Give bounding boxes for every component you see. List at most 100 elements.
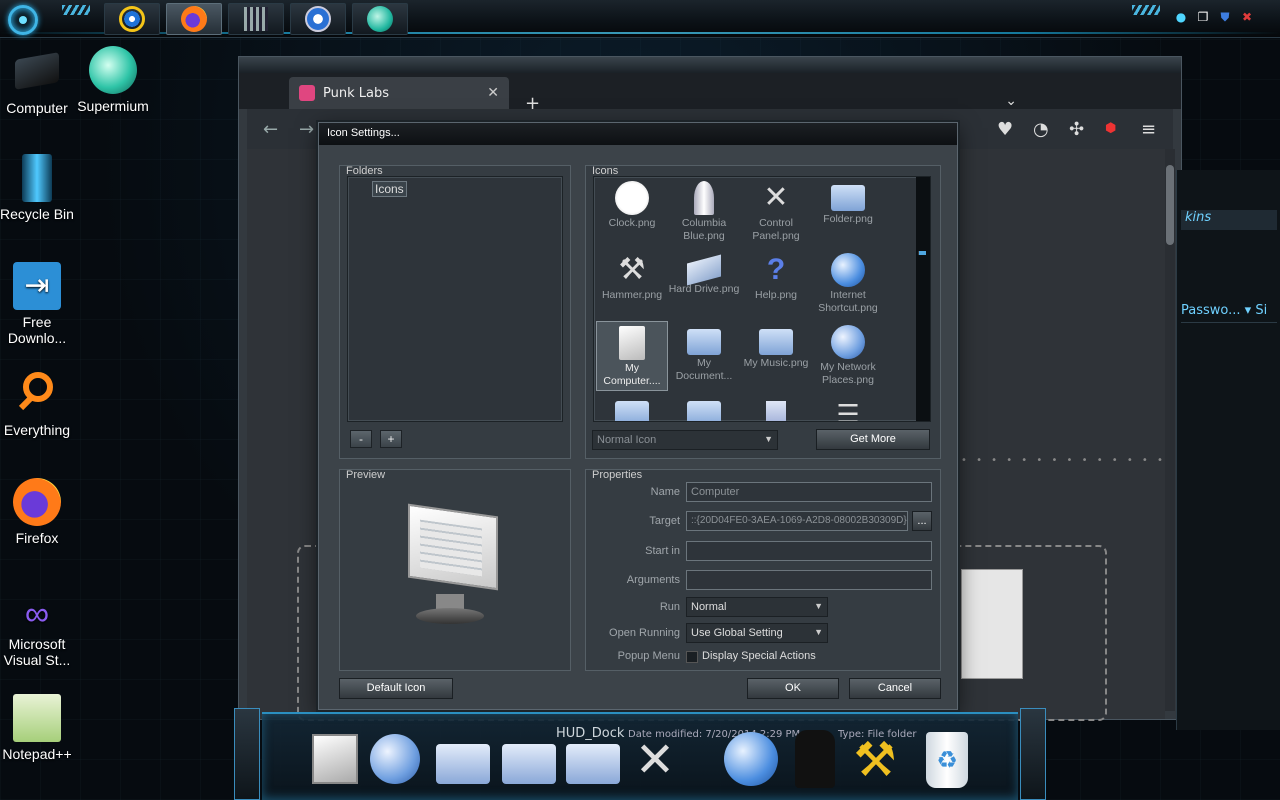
icon-cell[interactable]: Folder.png bbox=[812, 177, 884, 247]
dock-item-control-panel[interactable]: ✕ bbox=[626, 730, 684, 790]
icon-cell[interactable]: My Network Places.png bbox=[812, 321, 884, 391]
tray-close-icon[interactable]: ✖ bbox=[1240, 10, 1254, 24]
icon-cell-partial[interactable] bbox=[740, 393, 812, 421]
dock-frame-left bbox=[234, 708, 260, 800]
control-panel-icon: ✕ bbox=[634, 732, 676, 788]
pictures-folder-icon bbox=[615, 401, 649, 421]
arguments-field[interactable] bbox=[686, 570, 932, 590]
forward-arrow-icon[interactable]: → bbox=[299, 119, 314, 140]
side-password-row[interactable]: Passwo... ▾ Si bbox=[1181, 303, 1277, 323]
music-folder-icon bbox=[759, 329, 793, 355]
hammer-icon: ⚒ bbox=[618, 253, 646, 286]
taskbar-supermium-button[interactable] bbox=[352, 3, 408, 35]
icon-cell[interactable]: Internet Shortcut.png bbox=[812, 249, 884, 319]
taskbar-firefox-button[interactable] bbox=[166, 3, 222, 35]
browser-scrollbar[interactable] bbox=[1165, 149, 1175, 711]
desktop-icon-firefox[interactable]: Firefox bbox=[0, 478, 74, 546]
icon-cell[interactable]: My Document... bbox=[668, 321, 740, 391]
icon-cell[interactable]: Clock.png bbox=[596, 177, 668, 247]
dock-frame-right bbox=[1020, 708, 1046, 800]
icon-cell[interactable]: Hard Drive.png bbox=[668, 249, 740, 319]
desktop-icon-label: Everything bbox=[3, 422, 71, 438]
tray-shield-icon[interactable]: ⛊ bbox=[1218, 10, 1232, 24]
icon-cell[interactable]: Columbia Blue.png bbox=[668, 177, 740, 247]
display-special-actions-checkbox[interactable] bbox=[686, 651, 698, 663]
dock-item-internet[interactable] bbox=[722, 730, 780, 790]
tray-restore-icon[interactable]: ❐ bbox=[1196, 10, 1210, 24]
ok-button[interactable]: OK bbox=[747, 678, 839, 699]
run-label: Run bbox=[659, 601, 680, 613]
folders-tree[interactable]: Icons bbox=[347, 176, 563, 422]
taskbar-ie-button[interactable] bbox=[104, 3, 160, 35]
cancel-button[interactable]: Cancel bbox=[849, 678, 941, 699]
icon-cell[interactable]: ? Help.png bbox=[740, 249, 812, 319]
punk-labs-favicon-icon bbox=[299, 85, 315, 101]
start-in-label: Start in bbox=[645, 545, 680, 557]
desktop-icon-everything[interactable]: Everything bbox=[0, 370, 74, 438]
dock-item-music[interactable] bbox=[500, 730, 558, 790]
dock-item-pictures[interactable] bbox=[564, 730, 622, 790]
dock-item-hammer[interactable]: ⚒ bbox=[846, 730, 904, 790]
folder-item-icons[interactable]: Icons bbox=[372, 181, 407, 197]
globe-icon bbox=[724, 732, 778, 786]
side-panel: kins Passwo... ▾ Si bbox=[1176, 170, 1280, 730]
desktop-icon-supermium[interactable]: Supermium bbox=[76, 46, 150, 114]
get-more-button[interactable]: Get More bbox=[816, 429, 930, 450]
icon-mode-select[interactable]: Normal Icon ▼ bbox=[592, 430, 778, 450]
sync-icon[interactable]: ◔ bbox=[1033, 119, 1049, 140]
icon-cell[interactable]: My Music.png bbox=[740, 321, 812, 391]
start-in-field[interactable] bbox=[686, 541, 932, 561]
dock-item-my-computer[interactable] bbox=[306, 730, 364, 790]
back-arrow-icon[interactable]: ← bbox=[263, 119, 278, 140]
desktop-icon-recycle-bin[interactable]: Recycle Bin bbox=[0, 154, 74, 222]
taskbar-media-button[interactable] bbox=[228, 3, 284, 35]
browser-tab[interactable]: Punk Labs ✕ bbox=[289, 77, 509, 109]
desktop-icon-free-download[interactable]: ⇥ Free Downlo... bbox=[0, 262, 74, 346]
icons-grid[interactable]: Clock.png Columbia Blue.png ✕ Control Pa… bbox=[593, 176, 931, 422]
ie-icon bbox=[119, 6, 145, 32]
side-password-label: Passwo... bbox=[1181, 303, 1241, 318]
menu-hamburger-icon[interactable]: ≡ bbox=[1141, 119, 1156, 140]
icon-cell-partial[interactable]: ☰ bbox=[812, 393, 884, 421]
desktop-icon-visual-studio[interactable]: ∞ Microsoft Visual St... bbox=[0, 596, 74, 668]
desktop-icon-computer[interactable]: Computer bbox=[0, 48, 74, 116]
desktop-icon-label: Notepad++ bbox=[2, 746, 72, 762]
extensions-icon[interactable]: ✣ bbox=[1069, 119, 1084, 140]
dock-item-help[interactable] bbox=[786, 730, 844, 790]
run-select[interactable]: Normal ▼ bbox=[686, 597, 828, 617]
dialog-title-bar[interactable]: Icon Settings... bbox=[319, 123, 957, 145]
icon-cell-partial[interactable] bbox=[668, 393, 740, 421]
document-icon bbox=[766, 401, 786, 421]
icon-cell[interactable]: ✕ Control Panel.png bbox=[740, 177, 812, 247]
dock-item-recycle-bin[interactable]: ♻ bbox=[918, 730, 976, 790]
target-browse-button[interactable]: ... bbox=[912, 511, 932, 531]
tab-list-chevron-icon[interactable]: ⌄ bbox=[1005, 93, 1017, 109]
scrollbar-thumb[interactable] bbox=[1166, 165, 1174, 245]
desktop-icon-notepadpp[interactable]: Notepad++ bbox=[0, 694, 74, 762]
tab-title: Punk Labs bbox=[323, 85, 389, 101]
taskbar-player-button[interactable] bbox=[290, 3, 346, 35]
pocket-icon[interactable]: ♥ bbox=[997, 119, 1013, 140]
icon-cell-partial[interactable] bbox=[596, 393, 668, 421]
icons-scrollbar[interactable] bbox=[916, 177, 930, 421]
add-folder-button[interactable]: + bbox=[380, 430, 402, 448]
icons-scrollbar-thumb[interactable] bbox=[918, 251, 926, 255]
tab-close-icon[interactable]: ✕ bbox=[487, 85, 499, 101]
name-field[interactable]: Computer bbox=[686, 482, 932, 502]
dock-item-documents[interactable] bbox=[434, 730, 492, 790]
icon-cell-selected[interactable]: My Computer.... bbox=[596, 321, 668, 391]
default-icon-button[interactable]: Default Icon bbox=[339, 678, 453, 699]
icon-cell[interactable]: ⚒ Hammer.png bbox=[596, 249, 668, 319]
preview-label: Preview bbox=[346, 469, 386, 481]
preview-group: Preview bbox=[339, 469, 571, 671]
notepadpp-icon bbox=[13, 694, 61, 742]
dock-item-network[interactable] bbox=[366, 730, 424, 790]
tray-dot-icon[interactable]: ● bbox=[1174, 10, 1188, 24]
remove-folder-button[interactable]: - bbox=[350, 430, 372, 448]
target-field[interactable]: ::{20D04FE0-3AEA-1069-A2D8-08002B30309D} bbox=[686, 511, 908, 531]
ublock-icon[interactable]: ⬢ bbox=[1105, 121, 1116, 136]
side-search-field[interactable]: kins bbox=[1181, 210, 1277, 230]
start-orb-icon[interactable] bbox=[8, 5, 38, 35]
open-running-select[interactable]: Use Global Setting ▼ bbox=[686, 623, 828, 643]
free-download-manager-icon: ⇥ bbox=[13, 262, 61, 310]
